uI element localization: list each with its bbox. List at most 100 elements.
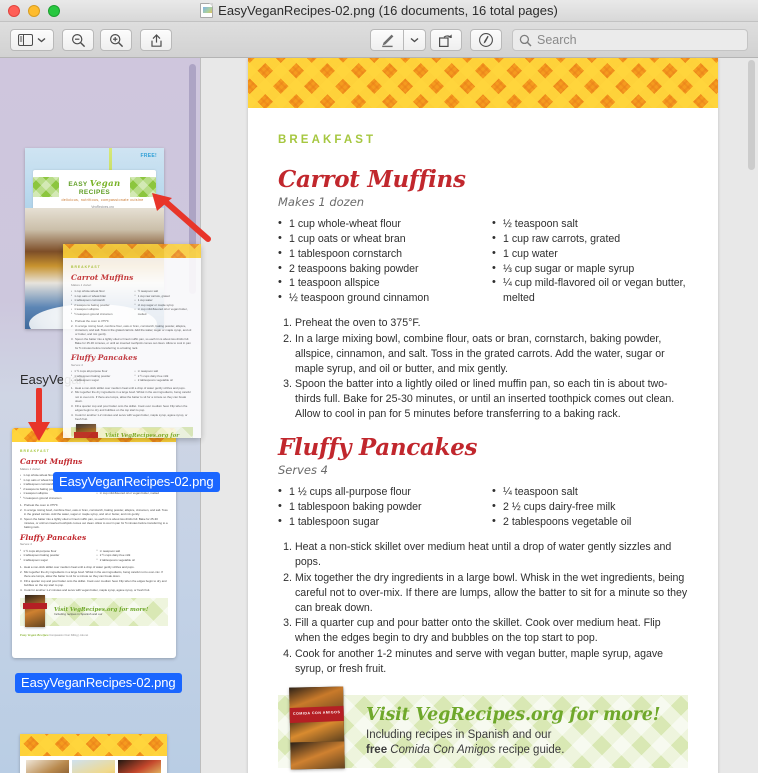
photo-biscuits	[26, 760, 69, 773]
list-item: Cook for another 1-2 minutes and serve w…	[278, 647, 664, 675]
photo-pancakes	[72, 760, 115, 773]
recipe-title: Carrot Muffins	[278, 166, 466, 193]
drag-filename-label: EasyVeganRecipes-02.png	[53, 472, 220, 492]
share-button[interactable]	[140, 29, 172, 51]
mini-recipe-yield: Makes 1 dozen	[20, 466, 41, 471]
cover-tagline: delicious, nutritious, compassionate cui…	[61, 198, 144, 202]
promo-book-image: COMIDA CON AMIGOS	[289, 686, 345, 770]
highlight-button[interactable]	[470, 29, 502, 51]
photo-sandwich	[118, 760, 161, 773]
highlighter-circle-icon	[479, 33, 493, 47]
main-toolbar: Search	[0, 22, 758, 58]
mini-promo: Visit VegRecipes.org for more! Including…	[71, 424, 193, 438]
page-banner	[248, 58, 718, 108]
list-item: Spoon the batter into a lightly oiled or…	[278, 377, 675, 421]
document-scrollbar[interactable]	[748, 60, 755, 170]
mini-footer: Easy Vegan Recipes Compassion Over Killi…	[20, 634, 89, 638]
mini-steps: 1. Preheat the oven to 375°F. 2. In a larg…	[20, 503, 168, 530]
rotate-button[interactable]	[430, 29, 462, 51]
promo-text: Visit VegRecipes.org for more! Including…	[366, 705, 660, 758]
close-button-icon[interactable]	[8, 5, 20, 17]
annotation-arrow-down	[28, 388, 50, 441]
list-item: 1 ½ cups all-purpose flour	[278, 484, 474, 500]
recipe-steps: Heat a non-stick skillet over medium hea…	[278, 540, 688, 677]
recipe-yield: Makes 1 dozen	[278, 195, 365, 210]
list-item: 1 cup water	[492, 246, 688, 262]
list-item: ⅓ cup sugar or maple syrup	[492, 261, 688, 277]
pen-marker-icon	[382, 34, 394, 47]
zoom-out-button[interactable]	[62, 29, 94, 51]
thumbnail-photo-row	[20, 756, 167, 773]
document-icon	[200, 3, 214, 18]
mini-promo-book-image	[23, 595, 47, 628]
cover-logo-card: EASY Vegan RECIPES delicious, nutritious…	[33, 170, 156, 210]
sidebar-view-button[interactable]	[10, 29, 54, 51]
window-title-wrap: EasyVeganRecipes-02.png (16 documents, 1…	[0, 3, 758, 18]
list-item: 2 tablespoons vegetable oil	[492, 514, 688, 530]
list-item: In a large mixing bowl, combine flour, o…	[278, 332, 665, 375]
list-item: Mix together the dry ingredients in a la…	[278, 571, 688, 614]
list-item: ½ teaspoon salt	[492, 216, 688, 232]
list-item: ½ teaspoon ground cinnamon	[278, 290, 474, 306]
plaid-left	[33, 177, 59, 197]
mini-ingredients-2: 1 ½ cups all-purpose flour 1 tablespoon …	[20, 548, 168, 563]
list-item: 2 ½ cups dairy-free milk	[492, 499, 688, 515]
preview-window: EasyVeganRecipes-02.png (16 documents, 1…	[0, 0, 758, 773]
document-page: BREAKFAST Carrot Muffins Makes 1 dozen 1…	[248, 58, 718, 773]
ingredients-right: ¼ teaspoon salt 2 ½ cups dairy-free milk…	[492, 484, 688, 530]
chevron-down-icon	[37, 37, 46, 43]
content-area: FREE! EASY Vegan RECIPES delicious, nutr…	[0, 58, 758, 773]
list-item[interactable]: Savory Breakfast Sandwiches Makes 4 sand…	[20, 734, 167, 773]
list-item: 1 teaspoon allspice	[278, 275, 474, 291]
mini-section-label: BREAKFAST	[20, 449, 50, 453]
list-item: 1 cup whole-wheat flour	[278, 216, 474, 232]
traffic-light-group	[8, 5, 60, 17]
section-label: BREAKFAST	[278, 134, 377, 146]
recipe-fluffy-pancakes: Fluffy Pancakes Serves 4 1 ½ cups all-pu…	[278, 436, 688, 676]
zoom-in-icon	[109, 33, 123, 47]
page-body: BREAKFAST Carrot Muffins Makes 1 dozen 1…	[248, 108, 718, 773]
mini-banner	[20, 734, 167, 756]
window-titlebar: EasyVeganRecipes-02.png (16 documents, 1…	[0, 0, 758, 22]
list-item: Preheat the oven to 375°F.	[278, 316, 421, 331]
markup-button[interactable]	[370, 29, 403, 51]
mini-banner	[63, 244, 201, 258]
window-title: EasyVeganRecipes-02.png (16 documents, 1…	[218, 3, 558, 18]
mini-promo: Visit VegRecipes.org for more! Including…	[20, 595, 168, 628]
search-placeholder: Search	[537, 33, 577, 47]
mini-recipe-yield-2: Serves 4	[20, 542, 32, 547]
promo-line-1: Including recipes in Spanish and our	[366, 728, 552, 741]
list-item: Fill a quarter cup and pour batter onto …	[278, 616, 661, 645]
list-item: 1 cup raw carrots, grated	[492, 231, 688, 247]
ingredients-left: 1 ½ cups all-purpose flour 1 tablespoon …	[278, 484, 474, 530]
list-item: 2 teaspoons baking powder	[278, 261, 474, 277]
list-item: ¼ cup mild-flavored oil or vegan butter,…	[492, 275, 688, 306]
sidebar-icon	[18, 34, 33, 46]
mini-steps-2: 1. Heat a non-stick skillet over medium h…	[20, 565, 167, 592]
mini-page-body: BREAKFAST Carrot Muffins Makes 1 dozen 1…	[63, 258, 201, 438]
mini-recipe-title-2: Fluffy Pancakes	[20, 532, 87, 542]
annotation-arrow-diagonal	[152, 193, 211, 242]
ingredients-right: ½ teaspoon salt 1 cup raw carrots, grate…	[492, 216, 688, 306]
zoom-in-button[interactable]	[100, 29, 132, 51]
drag-ghost-thumbnail[interactable]: BREAKFAST Carrot Muffins Makes 1 dozen 1…	[63, 244, 201, 438]
ingredients: 1 cup whole-wheat flour 1 cup oats or wh…	[278, 216, 688, 306]
free-badge: FREE!	[140, 153, 157, 159]
share-icon	[150, 33, 162, 47]
zoom-out-icon	[71, 33, 85, 47]
document-pane[interactable]: BREAKFAST Carrot Muffins Makes 1 dozen 1…	[201, 58, 758, 773]
recipe-carrot-muffins: Carrot Muffins Makes 1 dozen 1 cup whole…	[278, 166, 688, 422]
list-item[interactable]: BREAKFAST Carrot Muffins Makes 1 dozen 1…	[12, 428, 176, 658]
ingredients-left: 1 cup whole-wheat flour 1 cup oats or wh…	[278, 216, 474, 306]
list-item: 1 cup oats or wheat bran	[278, 231, 474, 247]
minimize-button-icon[interactable]	[28, 5, 40, 17]
recipe-yield: Serves 4	[278, 463, 328, 478]
search-field[interactable]: Search	[512, 29, 748, 51]
zoom-button-icon[interactable]	[48, 5, 60, 17]
list-item: 1 tablespoon sugar	[278, 514, 474, 530]
list-item: Heat a non-stick skillet over medium hea…	[278, 540, 672, 568]
recipe-steps: Preheat the oven to 375°F. In a large mi…	[278, 316, 688, 422]
promo-line-2: free Comida Con Amigos recipe guide.	[366, 743, 565, 756]
markup-options-button[interactable]	[403, 29, 426, 51]
list-item: ¼ teaspoon salt	[492, 484, 688, 500]
